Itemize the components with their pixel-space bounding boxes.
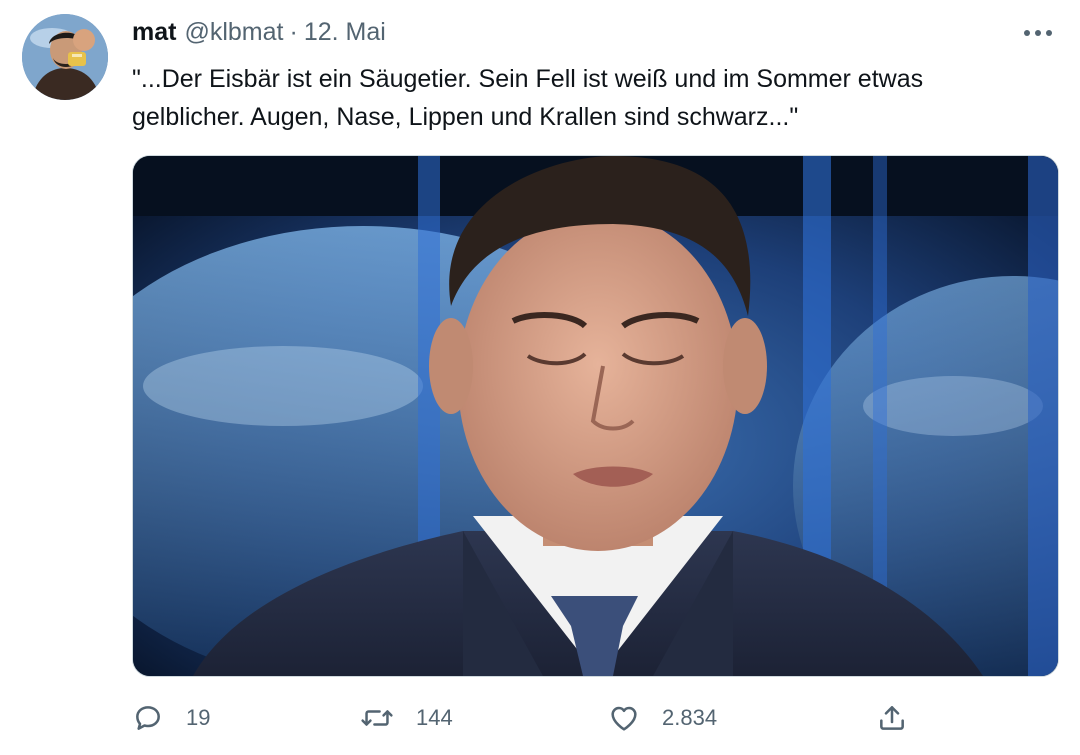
tweet-actions: 19 144 2.834 bbox=[132, 700, 1057, 736]
more-dots-icon bbox=[1024, 30, 1052, 36]
like-count: 2.834 bbox=[662, 705, 718, 730]
share-button[interactable] bbox=[876, 700, 908, 736]
retweet-icon bbox=[361, 710, 393, 726]
retweet-count: 144 bbox=[416, 705, 453, 730]
header-separator: · bbox=[289, 18, 298, 46]
tweet-text-line: gelblicher. Augen, Nase, Lippen und Kral… bbox=[132, 103, 799, 131]
tweet-photo[interactable] bbox=[132, 155, 1059, 677]
photo-image bbox=[133, 156, 1058, 676]
tweet-date[interactable]: 12. Mai bbox=[304, 18, 386, 47]
reply-count: 19 bbox=[186, 705, 211, 730]
share-icon bbox=[880, 706, 904, 730]
tweet-text: "...Der Eisbär ist ein Säugetier. Sein F… bbox=[132, 60, 1042, 136]
avatar-image bbox=[22, 14, 108, 100]
tweet-text-line: "...Der Eisbär ist ein Säugetier. Sein F… bbox=[132, 65, 924, 93]
reply-button[interactable]: 19 bbox=[132, 700, 210, 736]
author-handle[interactable]: @klbmat bbox=[184, 18, 283, 47]
retweet-button[interactable]: 144 bbox=[360, 700, 453, 736]
more-options-button[interactable] bbox=[1018, 20, 1058, 46]
author-display-name[interactable]: mat bbox=[132, 18, 176, 47]
reply-icon bbox=[136, 706, 160, 730]
user-avatar[interactable] bbox=[22, 14, 108, 100]
tweet-card: mat @klbmat · 12. Mai "...Der Eisbär ist… bbox=[0, 0, 1080, 755]
like-button[interactable]: 2.834 bbox=[608, 700, 717, 736]
heart-icon bbox=[611, 706, 637, 731]
tweet-header: mat @klbmat · 12. Mai bbox=[132, 18, 386, 52]
